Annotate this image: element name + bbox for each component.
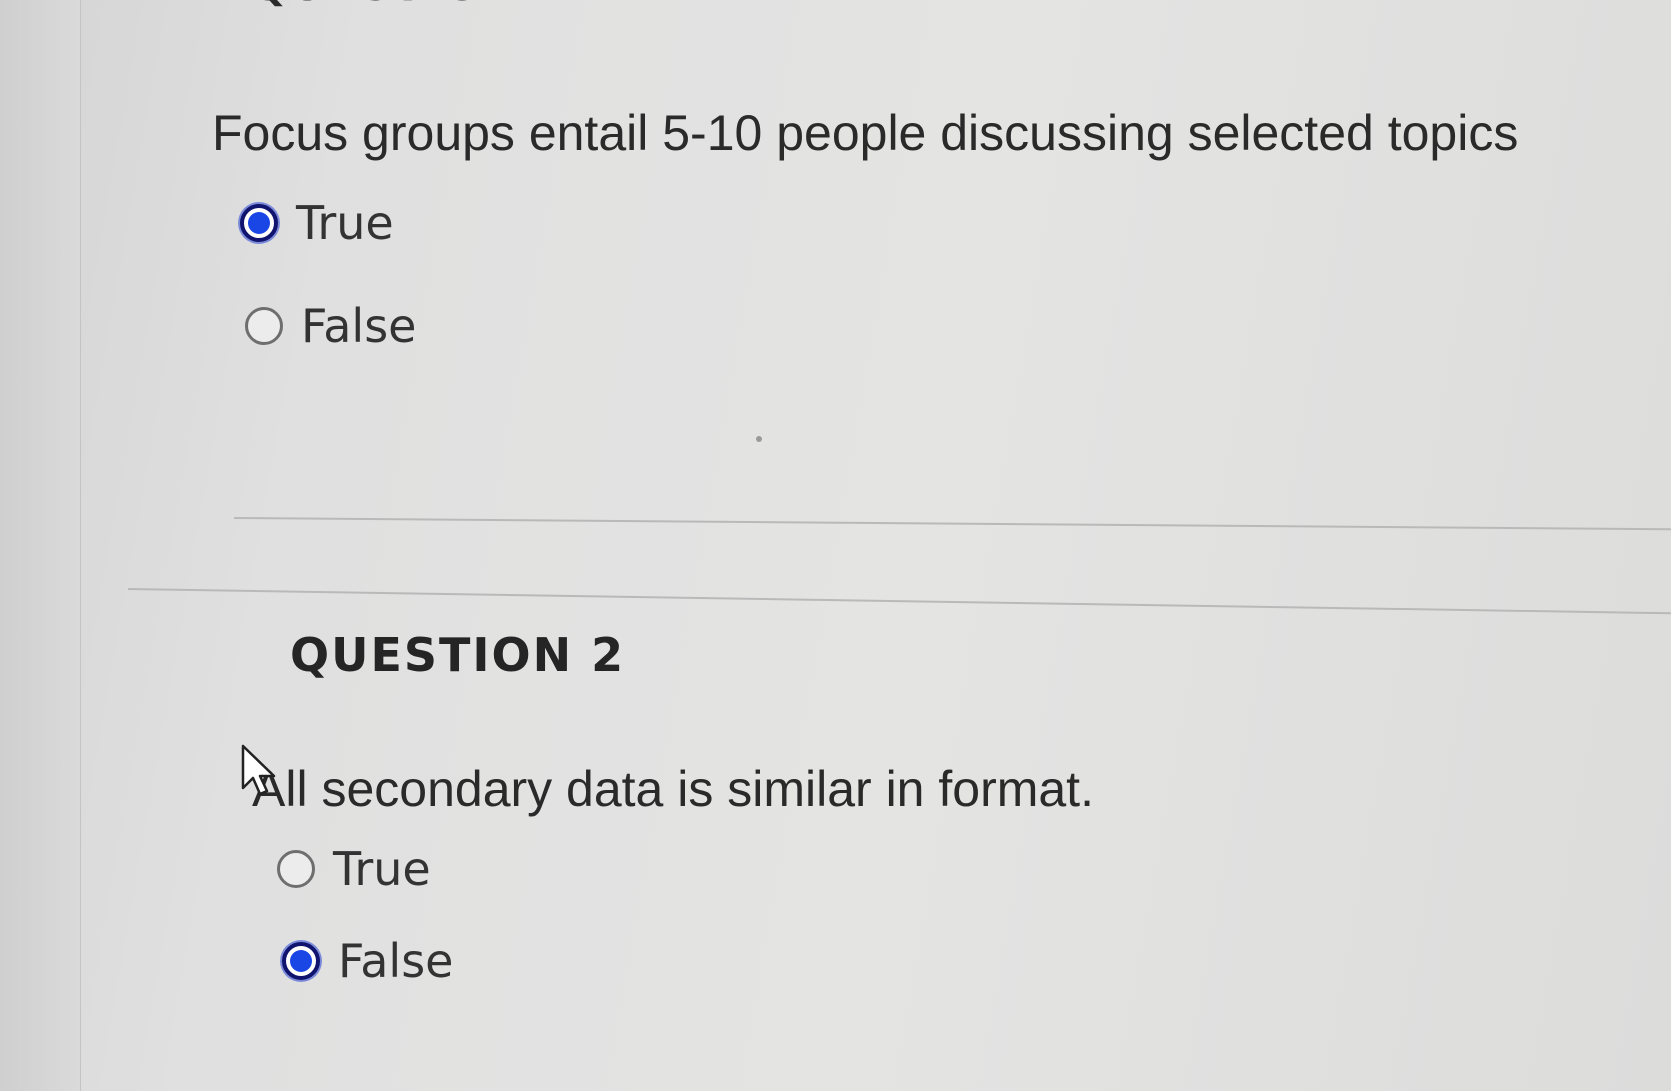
screen-speck <box>756 436 762 442</box>
radio-button[interactable] <box>245 307 283 345</box>
question-2-option-true[interactable]: True <box>277 842 431 896</box>
question-1-heading: QUESTION 1 <box>250 0 571 11</box>
radio-button-selected[interactable] <box>282 942 320 980</box>
question-2-option-false[interactable]: False <box>282 934 453 988</box>
question-1-option-true[interactable]: True <box>240 196 394 250</box>
question-divider <box>233 517 1671 531</box>
question-1-option-false[interactable]: False <box>245 299 416 353</box>
radio-selected-dot <box>290 950 312 972</box>
radio-button[interactable] <box>277 850 315 888</box>
question-1-text: Focus groups entail 5-10 people discussi… <box>212 105 1519 161</box>
left-margin-strip <box>0 0 81 1091</box>
question-2-text: All secondary data is similar in format. <box>252 761 1094 817</box>
option-label: True <box>296 196 394 250</box>
option-label: False <box>338 934 454 988</box>
option-label: True <box>333 842 431 896</box>
section-divider <box>127 588 1671 615</box>
option-label: False <box>301 299 417 353</box>
question-2-heading: QUESTION 2 <box>290 628 626 682</box>
radio-selected-dot <box>248 212 270 234</box>
mouse-pointer-icon <box>241 744 276 796</box>
radio-button-selected[interactable] <box>240 204 278 242</box>
